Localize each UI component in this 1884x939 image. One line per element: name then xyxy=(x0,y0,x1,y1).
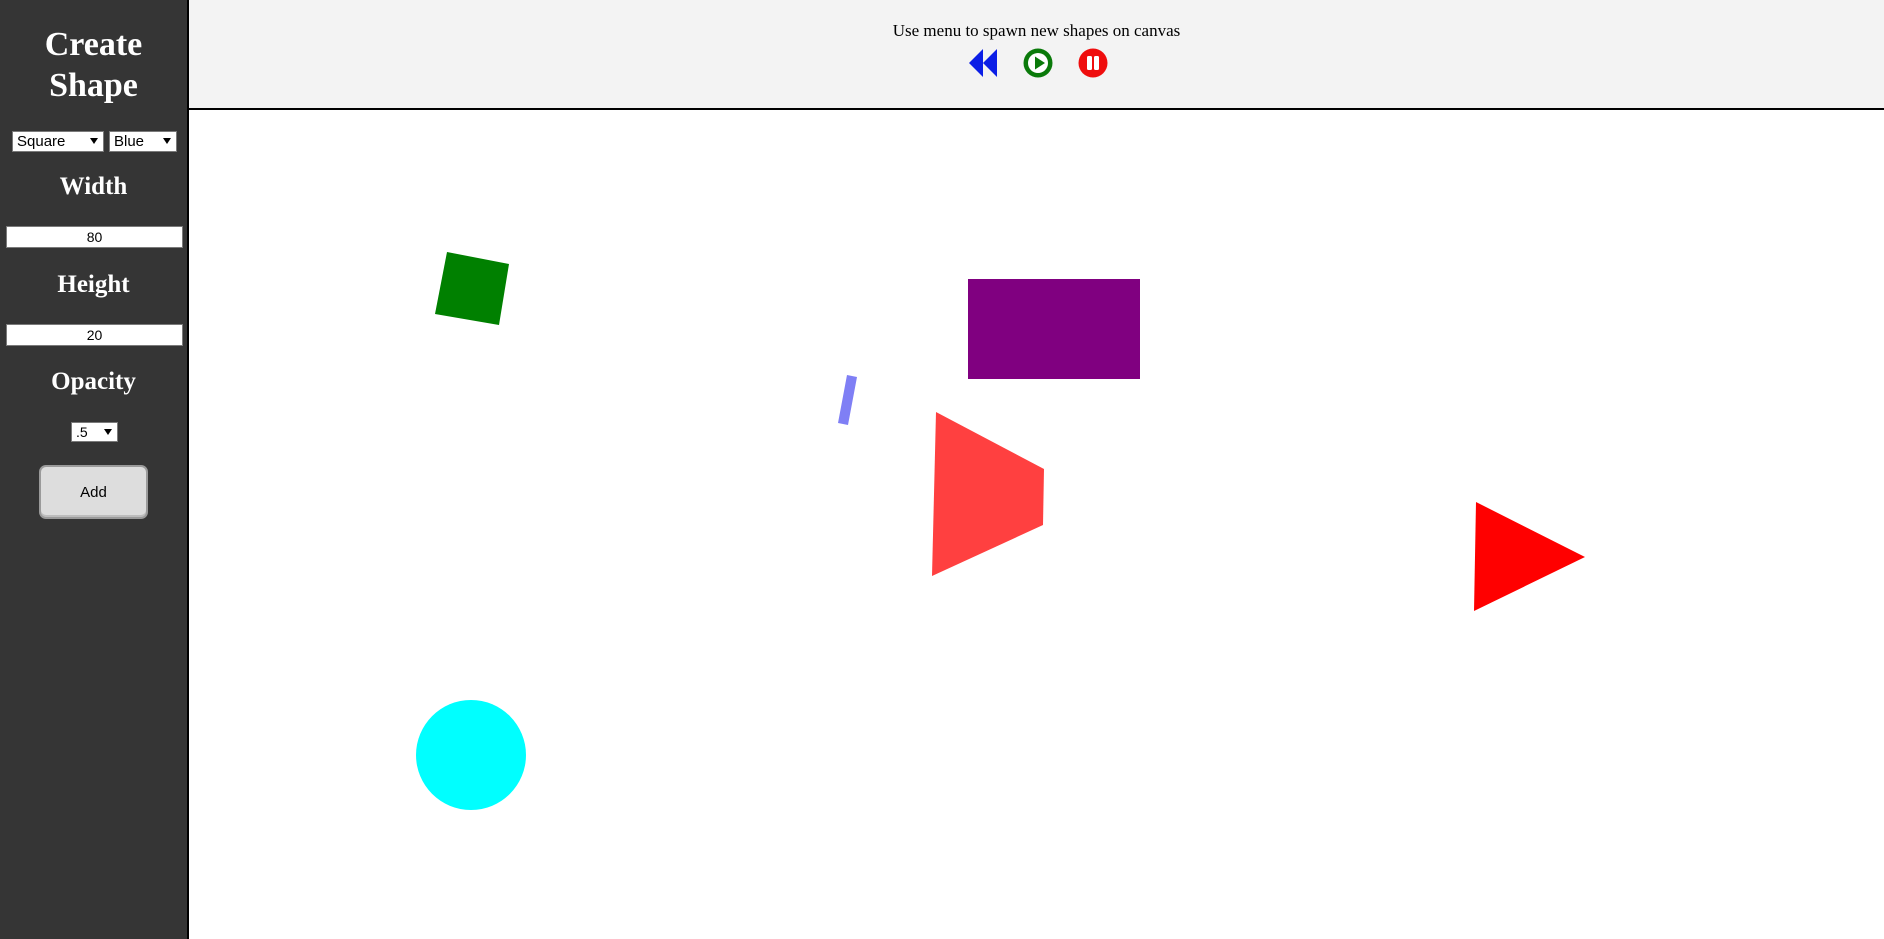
width-label: Width xyxy=(59,173,128,200)
purple-rectangle xyxy=(968,279,1140,379)
red-triangle xyxy=(1474,502,1585,611)
cyan-circle xyxy=(416,700,526,810)
faded-red-triangle xyxy=(932,412,1044,576)
pause-button[interactable] xyxy=(1078,48,1108,78)
play-icon xyxy=(1023,48,1053,78)
color-select[interactable]: Blue xyxy=(109,131,177,152)
dropdown-arrow-icon xyxy=(90,138,98,144)
opacity-label: Opacity xyxy=(51,368,136,395)
opacity-value: .5 xyxy=(76,424,88,440)
instructions-text: Use menu to spawn new shapes on canvas xyxy=(892,21,1181,40)
dropdown-arrow-icon xyxy=(163,138,171,144)
dropdown-arrow-icon xyxy=(104,429,112,435)
height-input[interactable] xyxy=(6,324,183,346)
rewind-icon xyxy=(969,49,997,77)
shape-type-value: Square xyxy=(17,133,66,150)
play-button[interactable] xyxy=(1023,48,1053,78)
width-input[interactable] xyxy=(6,226,183,248)
sidebar: Create Shape Square Blue Width Height Op… xyxy=(0,0,189,939)
color-value: Blue xyxy=(114,133,145,150)
rewind-button[interactable] xyxy=(968,48,998,78)
pause-icon xyxy=(1078,48,1108,78)
green-square xyxy=(435,252,509,325)
shape-canvas[interactable] xyxy=(189,110,1884,939)
add-button[interactable]: Add xyxy=(39,465,148,519)
opacity-select[interactable]: .5 xyxy=(71,422,118,442)
app-title: Create Shape xyxy=(44,26,143,104)
shape-type-select[interactable]: Square xyxy=(12,131,104,152)
height-label: Height xyxy=(57,271,130,298)
blue-rectangle xyxy=(838,375,857,425)
topbar: Use menu to spawn new shapes on canvas xyxy=(189,0,1884,110)
